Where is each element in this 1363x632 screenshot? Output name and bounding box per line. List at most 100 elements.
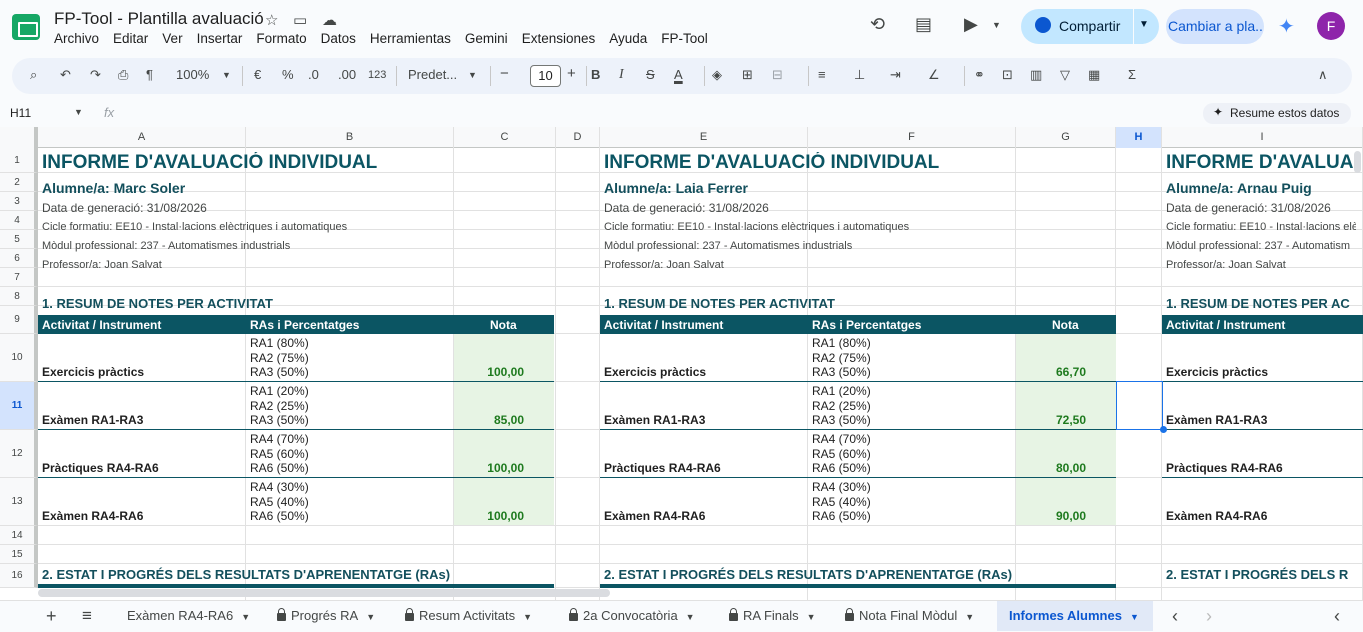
percent-format-button[interactable]: % bbox=[282, 67, 294, 82]
bold-icon[interactable]: B bbox=[591, 67, 600, 82]
cloud-status-icon[interactable]: ☁ bbox=[322, 11, 337, 29]
functions-icon[interactable]: Σ bbox=[1128, 67, 1136, 82]
increase-decimal-button[interactable]: .00 bbox=[338, 67, 356, 82]
fill-color-icon[interactable]: ◈ bbox=[712, 67, 722, 83]
row-header-2[interactable]: 2 bbox=[0, 173, 38, 192]
horizontal-align-icon[interactable]: ≡ bbox=[818, 67, 826, 82]
sheets-logo-icon[interactable] bbox=[12, 14, 40, 40]
column-header-e[interactable]: E bbox=[600, 127, 808, 148]
italic-icon[interactable]: I bbox=[619, 67, 624, 83]
row-header-9[interactable]: 9 bbox=[0, 306, 38, 334]
menu-editar[interactable]: Editar bbox=[113, 31, 148, 46]
scroll-tabs-right-button[interactable]: › bbox=[1206, 601, 1212, 631]
meet-dropdown-icon[interactable]: ▼ bbox=[992, 20, 1001, 30]
scroll-tabs-left-button[interactable]: ‹ bbox=[1172, 601, 1178, 631]
sheet-tab-2a-convocat-ria[interactable]: 2a Convocatòria ▼ bbox=[557, 601, 717, 631]
column-header-i[interactable]: I bbox=[1162, 127, 1363, 148]
document-title[interactable]: FP-Tool - Plantilla avaluació bbox=[54, 9, 264, 29]
menu-extensiones[interactable]: Extensiones bbox=[522, 31, 596, 46]
menu-datos[interactable]: Datos bbox=[321, 31, 356, 46]
row-header-1[interactable]: 1 bbox=[0, 148, 38, 173]
chevron-down-icon[interactable]: ▼ bbox=[686, 612, 695, 622]
column-header-d[interactable]: D bbox=[556, 127, 600, 148]
star-icon[interactable]: ☆ bbox=[265, 11, 278, 29]
decrease-decimal-button[interactable]: .0 bbox=[308, 67, 319, 82]
menu-formato[interactable]: Formato bbox=[256, 31, 306, 46]
font-size-input[interactable]: 10 bbox=[530, 65, 561, 87]
column-header-c[interactable]: C bbox=[454, 127, 556, 148]
share-button[interactable]: Compartir ▼ bbox=[1021, 9, 1159, 44]
row-header-8[interactable]: 8 bbox=[0, 287, 38, 306]
side-panel-toggle-button[interactable]: ‹ bbox=[1334, 601, 1340, 631]
column-header-f[interactable]: F bbox=[808, 127, 1016, 148]
row-header-10[interactable]: 10 bbox=[0, 334, 38, 382]
column-header-g[interactable]: G bbox=[1016, 127, 1116, 148]
sheet-tab-resum-activitats[interactable]: Resum Activitats ▼ bbox=[393, 601, 557, 631]
sheet-tab-ex-men-ra4-ra6[interactable]: Exàmen RA4-RA6 ▼ bbox=[115, 601, 265, 631]
row-header-16[interactable]: 16 bbox=[0, 564, 38, 588]
chevron-down-icon[interactable]: ▼ bbox=[1130, 612, 1139, 622]
row-header-6[interactable]: 6 bbox=[0, 249, 38, 268]
text-rotation-icon[interactable]: ∠ bbox=[928, 67, 940, 83]
zoom-select[interactable]: 100% bbox=[176, 67, 209, 82]
gemini-icon[interactable]: ✦ bbox=[1278, 14, 1295, 39]
insert-comment-icon[interactable]: ⊡ bbox=[1002, 67, 1013, 83]
increase-font-size-button[interactable]: + bbox=[567, 65, 576, 82]
row-header-11[interactable]: 11 bbox=[0, 382, 38, 430]
sheet-tab-informes-alumnes[interactable]: Informes Alumnes ▼ bbox=[997, 601, 1153, 631]
strikethrough-icon[interactable]: S bbox=[646, 67, 655, 82]
row-header-14[interactable]: 14 bbox=[0, 526, 38, 545]
menu-gemini[interactable]: Gemini bbox=[465, 31, 508, 46]
chevron-down-icon[interactable]: ▼ bbox=[523, 612, 532, 622]
menu-archivo[interactable]: Archivo bbox=[54, 31, 99, 46]
avatar[interactable]: F bbox=[1317, 12, 1345, 40]
spreadsheet-grid[interactable]: ABCDEFGHI 1 2 3 4 5 6 7 8 9 10 11 12 13 14 15 16 INFORM… bbox=[0, 127, 1363, 600]
horizontal-scrollbar[interactable] bbox=[38, 589, 610, 597]
add-sheet-button[interactable]: + bbox=[46, 601, 57, 631]
menu-insertar[interactable]: Insertar bbox=[197, 31, 243, 46]
sheet-tab-nota-final-m-dul[interactable]: Nota Final Mòdul ▼ bbox=[833, 601, 997, 631]
text-wrapping-icon[interactable]: ⇥ bbox=[890, 67, 901, 83]
undo-icon[interactable]: ↶ bbox=[60, 67, 71, 83]
share-dropdown-icon[interactable]: ▼ bbox=[1139, 19, 1149, 30]
name-box-dropdown-icon[interactable]: ▼ bbox=[74, 107, 83, 117]
meet-icon[interactable]: ▶ bbox=[964, 14, 978, 35]
row-header-5[interactable]: 5 bbox=[0, 230, 38, 249]
sheet-tab-ra-finals[interactable]: RA Finals ▼ bbox=[717, 601, 833, 631]
chevron-down-icon[interactable]: ▼ bbox=[241, 612, 250, 622]
chevron-down-icon[interactable]: ▼ bbox=[965, 612, 974, 622]
row-header-15[interactable]: 15 bbox=[0, 545, 38, 564]
insert-chart-icon[interactable]: ▥ bbox=[1030, 67, 1042, 83]
comments-icon[interactable]: ▤ bbox=[915, 14, 932, 35]
vertical-align-icon[interactable]: ⊥ bbox=[854, 67, 865, 83]
vertical-scrollbar[interactable] bbox=[1354, 151, 1361, 173]
menu-herramientas[interactable]: Herramientas bbox=[370, 31, 451, 46]
currency-format-button[interactable]: € bbox=[254, 67, 261, 82]
menu-fptool[interactable]: FP-Tool bbox=[661, 31, 708, 46]
menu-ver[interactable]: Ver bbox=[162, 31, 182, 46]
filter-icon[interactable]: ▽ bbox=[1060, 67, 1070, 83]
print-icon[interactable]: ⎙ bbox=[118, 67, 128, 83]
menu-ayuda[interactable]: Ayuda bbox=[609, 31, 647, 46]
summarize-data-button[interactable]: ✦ Resume estos datos bbox=[1203, 103, 1351, 124]
row-header-12[interactable]: 12 bbox=[0, 430, 38, 478]
column-header-h[interactable]: H bbox=[1116, 127, 1162, 148]
fill-handle[interactable] bbox=[1160, 426, 1167, 433]
name-box[interactable]: H11 bbox=[10, 106, 31, 120]
column-header-b[interactable]: B bbox=[246, 127, 454, 148]
borders-icon[interactable]: ⊞ bbox=[742, 67, 753, 83]
search-menus-icon[interactable]: ⌕ bbox=[30, 67, 37, 83]
row-header-13[interactable]: 13 bbox=[0, 478, 38, 526]
chevron-down-icon[interactable]: ▼ bbox=[807, 612, 816, 622]
zoom-dropdown-icon[interactable]: ▼ bbox=[222, 70, 231, 80]
column-header-a[interactable]: A bbox=[38, 127, 246, 148]
paint-format-icon[interactable]: ¶ bbox=[146, 67, 153, 82]
collapse-toolbar-icon[interactable]: ∧ bbox=[1318, 67, 1328, 83]
version-history-icon[interactable]: ⟲ bbox=[870, 14, 885, 35]
font-select[interactable]: Predet... bbox=[408, 67, 457, 82]
more-formats-button[interactable]: 123 bbox=[368, 69, 386, 81]
selected-cell-h11[interactable] bbox=[1116, 381, 1163, 430]
decrease-font-size-button[interactable]: − bbox=[500, 65, 509, 82]
font-dropdown-icon[interactable]: ▼ bbox=[468, 70, 477, 80]
select-all-corner[interactable] bbox=[0, 127, 38, 148]
